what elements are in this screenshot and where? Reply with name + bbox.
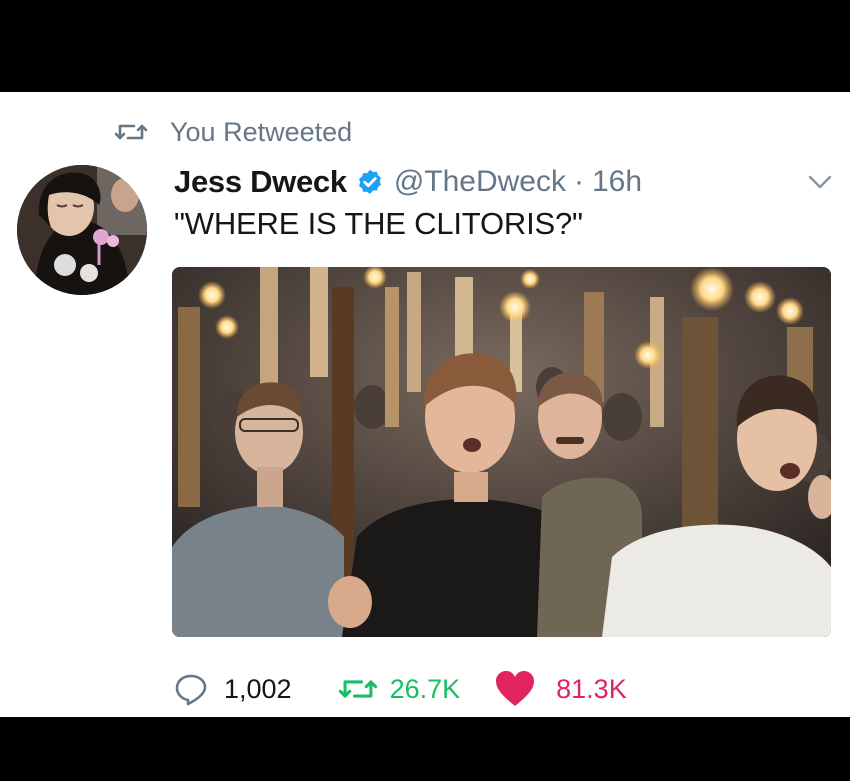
avatar[interactable] xyxy=(17,165,147,295)
photo-crowd-with-torches xyxy=(172,267,831,637)
reply-icon xyxy=(175,674,207,706)
tweet-actions: 1,002 26.7K 81.3K xyxy=(174,670,627,708)
separator-dot: · xyxy=(573,165,584,198)
like-button[interactable]: 81.3K xyxy=(494,670,627,708)
tweet-card[interactable]: You Retweeted Jess Dweck @TheDweck · 16h… xyxy=(0,92,850,717)
retweet-icon xyxy=(338,680,377,698)
like-count: 81.3K xyxy=(556,673,627,704)
reply-count: 1,002 xyxy=(224,673,292,704)
retweet-context-label: You Retweeted xyxy=(170,116,353,147)
verified-badge-icon xyxy=(358,169,381,194)
chevron-down-icon[interactable] xyxy=(807,174,833,190)
tweet-header: Jess Dweck @TheDweck · 16h xyxy=(174,162,804,202)
reply-button[interactable]: 1,002 xyxy=(174,672,338,706)
author-handle[interactable]: @TheDweck xyxy=(394,165,566,199)
author-name[interactable]: Jess Dweck xyxy=(174,164,347,200)
tweet-timestamp[interactable]: 16h xyxy=(592,165,642,199)
heart-icon xyxy=(496,671,535,706)
retweet-button[interactable]: 26.7K xyxy=(338,674,495,705)
tweet-text: "WHERE IS THE CLITORIS?" xyxy=(174,206,583,241)
retweet-icon xyxy=(114,124,148,140)
retweet-count: 26.7K xyxy=(389,673,461,704)
tweet-photo[interactable] xyxy=(172,267,831,637)
retweet-context: You Retweeted xyxy=(114,114,352,150)
avatar-photo xyxy=(17,165,147,295)
